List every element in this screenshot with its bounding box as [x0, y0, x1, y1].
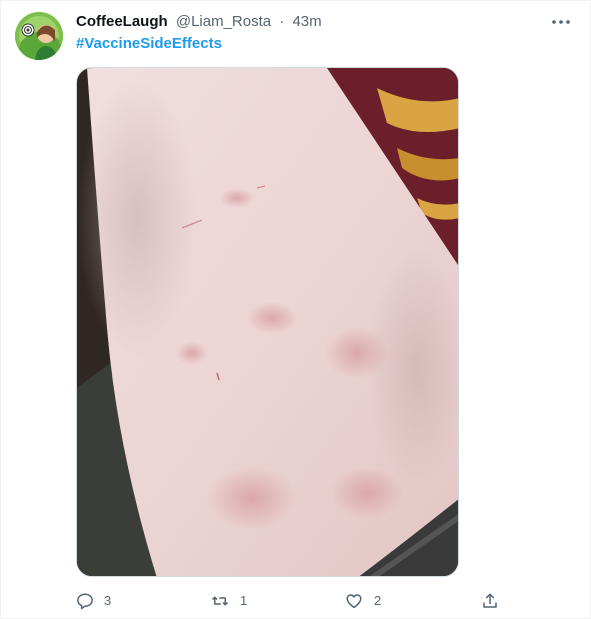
share-button[interactable] [481, 589, 499, 613]
forearm-photo [77, 68, 458, 576]
more-icon [552, 20, 570, 24]
user-handle[interactable]: @Liam_Rosta [176, 13, 271, 30]
timestamp[interactable]: 43m [292, 13, 321, 30]
share-icon [483, 593, 497, 608]
more-options-button[interactable] [550, 14, 572, 30]
avatar[interactable] [15, 12, 63, 60]
hashtag-link[interactable]: #VaccineSideEffects [76, 34, 222, 54]
retweet-count: 1 [240, 593, 248, 608]
like-button[interactable]: 2 [344, 589, 381, 613]
avatar-icon [15, 12, 63, 60]
retweet-icon [211, 596, 229, 606]
retweet-button[interactable]: 1 [210, 589, 247, 613]
tweet-card[interactable]: CoffeeLaugh @Liam_Rosta · 43m #VaccineSi… [0, 0, 591, 619]
display-name[interactable]: CoffeeLaugh [76, 13, 168, 30]
reply-count: 3 [104, 593, 112, 608]
like-count: 2 [374, 593, 382, 608]
separator-dot: · [279, 13, 285, 30]
reply-icon [77, 593, 93, 610]
tweet-media-image[interactable] [76, 67, 459, 577]
tweet-actions: 3 1 2 [76, 589, 506, 613]
tweet-header: CoffeeLaugh @Liam_Rosta · 43m [76, 12, 576, 32]
reply-button[interactable]: 3 [76, 589, 111, 613]
heart-icon [346, 594, 362, 609]
